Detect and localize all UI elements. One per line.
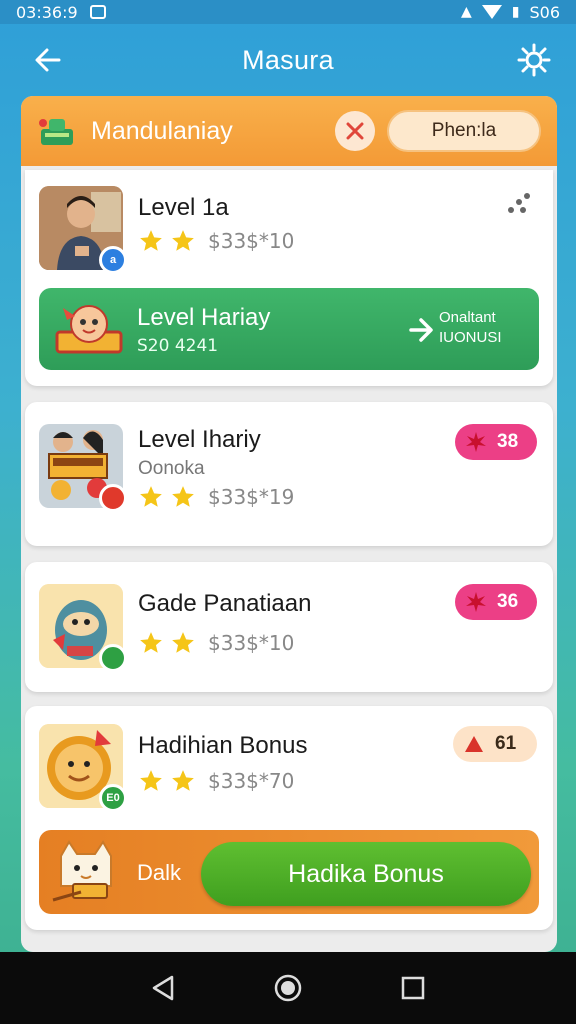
gear-icon bbox=[517, 43, 551, 77]
more-icon[interactable] bbox=[503, 190, 533, 220]
item-subtitle: Oonoka bbox=[138, 458, 205, 479]
star-rating: $33$*70 bbox=[138, 768, 294, 794]
star-icon bbox=[172, 230, 194, 251]
star-icon bbox=[140, 632, 162, 653]
signal-icon: ▲ bbox=[460, 4, 472, 20]
star-rating: $33$*10 bbox=[138, 630, 294, 656]
page-title: Masura bbox=[242, 44, 334, 75]
chevron-right-icon bbox=[409, 318, 433, 342]
level-banner[interactable]: Level Hariay S20 4241 Onaltant IUONUSI bbox=[39, 288, 539, 370]
reward-badge[interactable]: 38 bbox=[455, 424, 537, 460]
settings-button[interactable] bbox=[516, 42, 552, 78]
nav-back-icon bbox=[152, 975, 173, 1001]
banner-subtitle: S20 4241 bbox=[137, 336, 219, 356]
star-icon bbox=[140, 770, 162, 791]
system-nav-bar bbox=[0, 952, 576, 1024]
rating-text: $33$*10 bbox=[208, 229, 295, 253]
nav-back-button[interactable] bbox=[143, 968, 183, 1008]
nav-home-button[interactable] bbox=[268, 968, 308, 1008]
thumb-badge bbox=[99, 644, 127, 672]
notification-icon bbox=[89, 5, 106, 19]
reward-badge[interactable]: 36 bbox=[455, 584, 537, 620]
status-bar: 03:36:9 ▲ ▮ S06 bbox=[0, 0, 576, 24]
app-bar: Masura bbox=[0, 24, 576, 96]
star-rating: $33$*10 bbox=[138, 228, 294, 254]
list-item[interactable]: Level Ihariy Oonoka $33$*19 38 bbox=[25, 402, 553, 546]
star-icon bbox=[172, 632, 194, 653]
burst-icon bbox=[466, 432, 486, 452]
back-button[interactable] bbox=[30, 42, 66, 78]
star-icon bbox=[172, 770, 194, 791]
wifi-icon bbox=[481, 5, 502, 19]
status-right-text: S06 bbox=[529, 2, 560, 22]
rating-text: $33$*19 bbox=[208, 485, 295, 509]
item-thumbnail bbox=[39, 424, 127, 512]
status-time: 03:36:9 bbox=[16, 2, 78, 22]
item-title: Hadihian Bonus bbox=[138, 732, 308, 759]
gem-icon bbox=[465, 736, 483, 752]
main-panel: Mandulaniay Phen:la a Level 1a $33$*10 L… bbox=[21, 96, 557, 952]
star-rating: $33$*19 bbox=[138, 484, 294, 510]
badge-value: 61 bbox=[495, 733, 517, 754]
burst-icon bbox=[466, 592, 486, 612]
panel-header-icon bbox=[35, 111, 79, 151]
item-thumbnail: a bbox=[39, 186, 127, 274]
banner-title: Level Hariay bbox=[137, 304, 271, 331]
close-icon bbox=[346, 122, 364, 140]
claim-bonus-button[interactable]: Hadika Bonus bbox=[201, 842, 531, 906]
mascot-icon bbox=[53, 298, 127, 360]
list-item[interactable]: E0 Hadihian Bonus $33$*70 61 Dalk Hadika… bbox=[25, 706, 553, 930]
rating-text: $33$*10 bbox=[208, 631, 295, 655]
bonus-banner-text: Dalk bbox=[137, 860, 182, 885]
panel-title: Mandulaniay bbox=[91, 116, 233, 145]
rating-text: $33$*70 bbox=[208, 769, 295, 793]
star-icon bbox=[140, 486, 162, 507]
panel-header: Mandulaniay Phen:la bbox=[21, 96, 557, 166]
nav-home-icon bbox=[274, 974, 302, 1002]
badge-value: 36 bbox=[497, 591, 519, 612]
thumb-badge bbox=[99, 484, 127, 512]
list-item[interactable]: a Level 1a $33$*10 Level Hariay S20 4241… bbox=[25, 170, 553, 386]
nav-recents-icon bbox=[402, 976, 425, 1000]
nav-recents-button[interactable] bbox=[393, 968, 433, 1008]
thumb-badge: a bbox=[99, 246, 127, 274]
star-icon bbox=[172, 486, 194, 507]
reward-badge[interactable]: 61 bbox=[453, 726, 537, 762]
item-title: Gade Panatiaan bbox=[138, 590, 312, 617]
item-title: Level Ihariy bbox=[138, 426, 261, 453]
item-title: Level 1a bbox=[138, 194, 229, 221]
star-icon bbox=[140, 230, 162, 251]
thumb-badge: E0 bbox=[99, 784, 127, 812]
banner-right-line1: Onaltant bbox=[439, 309, 496, 326]
close-button[interactable] bbox=[335, 111, 375, 151]
item-thumbnail: E0 bbox=[39, 724, 127, 812]
back-arrow-icon bbox=[35, 48, 61, 72]
list-item[interactable]: Gade Panatiaan $33$*10 36 bbox=[25, 562, 553, 692]
cat-mascot-icon bbox=[51, 838, 121, 904]
battery-icon: ▮ bbox=[511, 4, 520, 20]
panel-pill-button[interactable]: Phen:la bbox=[387, 110, 541, 152]
bonus-banner: Dalk Hadika Bonus bbox=[39, 830, 539, 914]
banner-right-line2: IUONUSI bbox=[439, 329, 502, 346]
item-thumbnail bbox=[39, 584, 127, 672]
badge-value: 38 bbox=[497, 431, 519, 452]
banner-right-text: Onaltant IUONUSI bbox=[439, 308, 502, 348]
